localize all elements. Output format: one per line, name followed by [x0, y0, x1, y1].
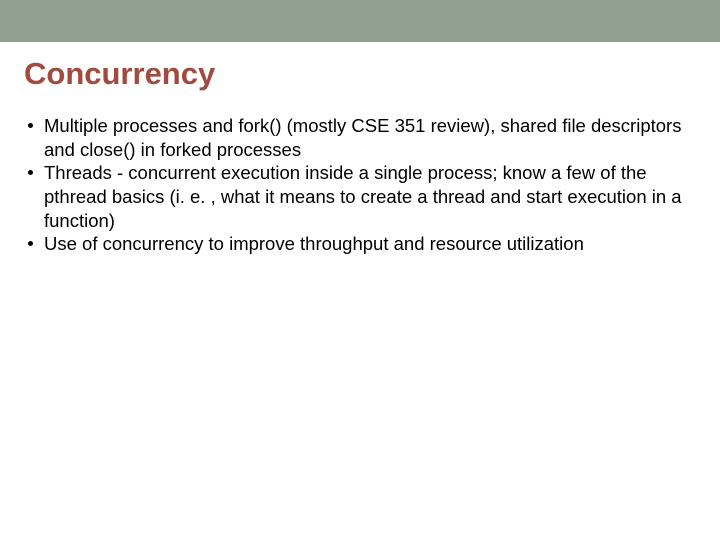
bullet-dot-icon — [28, 241, 33, 246]
slide-body: Concurrency Multiple processes and fork(… — [0, 42, 720, 256]
list-item-text: Use of concurrency to improve throughput… — [44, 233, 584, 254]
list-item-text: Threads - concurrent execution inside a … — [44, 162, 682, 230]
list-item: Threads - concurrent execution inside a … — [28, 161, 696, 232]
bullet-list: Multiple processes and fork() (mostly CS… — [24, 114, 696, 256]
bullet-dot-icon — [28, 123, 33, 128]
list-item: Use of concurrency to improve throughput… — [28, 232, 696, 256]
slide-title: Concurrency — [24, 56, 696, 92]
bullet-dot-icon — [28, 170, 33, 175]
list-item: Multiple processes and fork() (mostly CS… — [28, 114, 696, 161]
list-item-text: Multiple processes and fork() (mostly CS… — [44, 115, 681, 160]
header-band — [0, 0, 720, 42]
